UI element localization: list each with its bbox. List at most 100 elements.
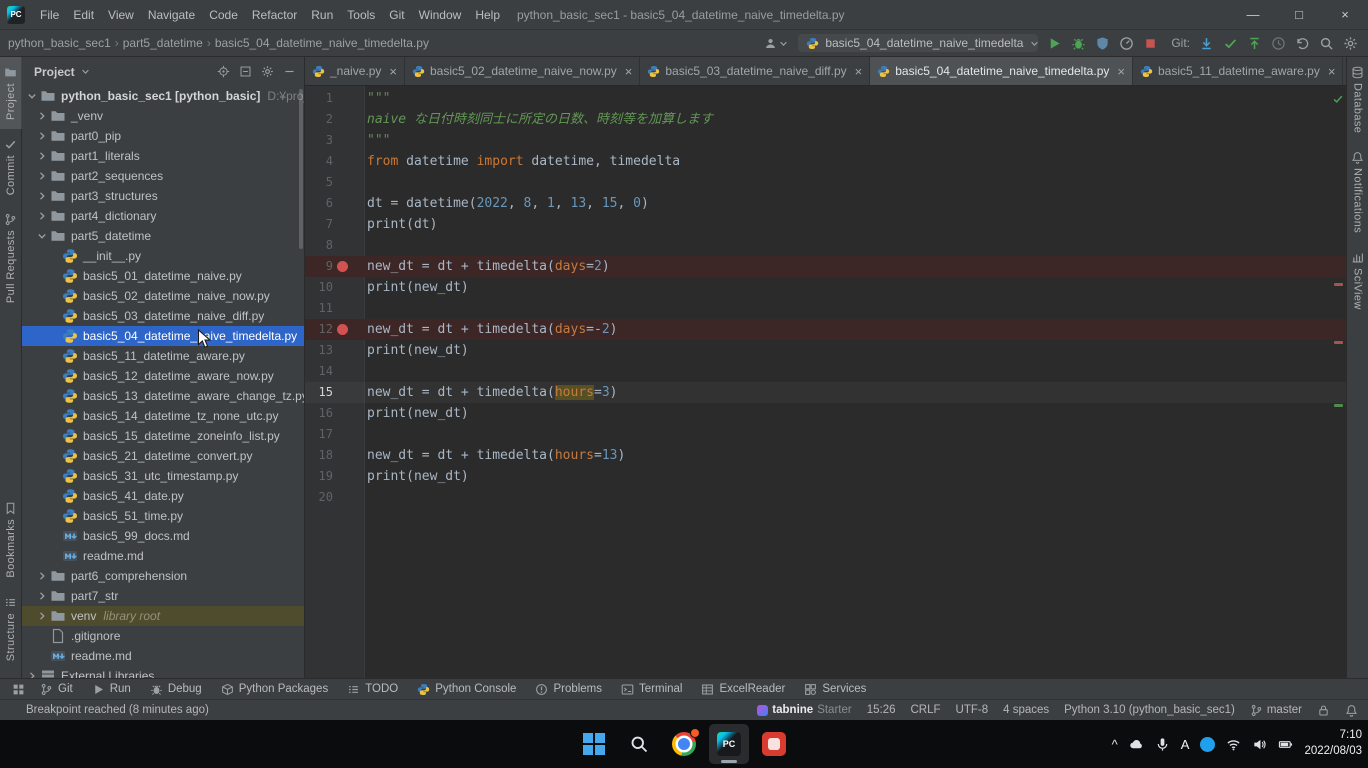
code-line-10[interactable]: 10print(new_dt) <box>305 277 1346 298</box>
tree-item-gitignore[interactable]: .gitignore <box>22 626 304 646</box>
editor-tab-basic5-11-datetime-aware-py[interactable]: basic5_11_datetime_aware.py× <box>1133 57 1343 85</box>
volume-icon[interactable] <box>1252 737 1267 752</box>
toolwindow-todo[interactable]: TODO <box>347 683 398 696</box>
breadcrumb-python-basic-sec1[interactable]: python_basic_sec1 <box>8 36 111 50</box>
tree-item-part4-dictionary[interactable]: part4_dictionary <box>22 206 304 226</box>
tray-blue-app-icon[interactable] <box>1200 737 1215 752</box>
ime-indicator[interactable]: A <box>1181 737 1190 752</box>
tree-item-basic5-03-datetime-naive-diff-py[interactable]: basic5_03_datetime_naive_diff.py <box>22 306 304 326</box>
collapse-all-icon[interactable] <box>239 65 252 78</box>
stripe-structure[interactable]: Structure <box>0 587 22 670</box>
tree-item-basic5-15-datetime-zoneinfo-list-py[interactable]: basic5_15_datetime_zoneinfo_list.py <box>22 426 304 446</box>
tree-item-basic5-13-datetime-aware-change-tz-py[interactable]: basic5_13_datetime_aware_change_tz.py <box>22 386 304 406</box>
rollback-button[interactable] <box>1295 36 1310 51</box>
breadcrumb-basic5-04-datetime-naive-timedelta-py[interactable]: basic5_04_datetime_naive_timedelta.py <box>215 36 429 50</box>
tab-close-icon[interactable]: × <box>389 64 397 79</box>
tree-item-part1-literals[interactable]: part1_literals <box>22 146 304 166</box>
code-line-17[interactable]: 17 <box>305 424 1346 445</box>
toolwindow-python-console[interactable]: Python Console <box>417 683 516 696</box>
code-line-16[interactable]: 16print(new_dt) <box>305 403 1346 424</box>
code-line-5[interactable]: 5 <box>305 172 1346 193</box>
menu-file[interactable]: File <box>33 0 66 30</box>
tree-item-part3-structures[interactable]: part3_structures <box>22 186 304 206</box>
coverage-button[interactable] <box>1095 36 1110 51</box>
stripe-notifications[interactable]: Notifications <box>1347 142 1368 242</box>
tree-item-basic5-51-time-py[interactable]: basic5_51_time.py <box>22 506 304 526</box>
editor-tab-basic5-04-datetime-naive-timedelta-py[interactable]: basic5_04_datetime_naive_timedelta.py× <box>870 57 1133 85</box>
toolwindow-python-packages[interactable]: Python Packages <box>221 683 329 696</box>
battery-icon[interactable] <box>1278 737 1293 752</box>
settings-button[interactable] <box>1343 36 1358 51</box>
stripe-mark[interactable] <box>1334 404 1343 407</box>
run-config-selector[interactable]: basic5_04_datetime_naive_timedelta <box>798 34 1038 52</box>
taskbar-search-button[interactable] <box>619 724 659 764</box>
tree-item-basic5-02-datetime-naive-now-py[interactable]: basic5_02_datetime_naive_now.py <box>22 286 304 306</box>
status-item-4-spaces[interactable]: 4 spaces <box>1003 704 1049 716</box>
tree-item-basic5-99-docs-md[interactable]: basic5_99_docs.md <box>22 526 304 546</box>
minimize-button[interactable]: — <box>1230 0 1276 30</box>
menu-code[interactable]: Code <box>202 0 245 30</box>
toolwindow-problems[interactable]: Problems <box>535 683 602 696</box>
code-line-12[interactable]: 12new_dt = dt + timedelta(days=-2) <box>305 319 1346 340</box>
toolwindow-terminal[interactable]: Terminal <box>621 683 682 696</box>
code-line-9[interactable]: 9new_dt = dt + timedelta(days=2) <box>305 256 1346 277</box>
tabnine-widget[interactable]: tabnineStarter <box>757 704 851 716</box>
close-button[interactable]: × <box>1322 0 1368 30</box>
run-button[interactable] <box>1047 36 1062 51</box>
stripe-mark[interactable] <box>1334 283 1343 286</box>
project-scrollbar[interactable] <box>299 89 303 249</box>
tree-item-part6-comprehension[interactable]: part6_comprehension <box>22 566 304 586</box>
menu-run[interactable]: Run <box>304 0 340 30</box>
inspections-ok-icon[interactable] <box>1332 93 1344 105</box>
breadcrumb-part5-datetime[interactable]: part5_datetime <box>123 36 203 50</box>
commit-button[interactable] <box>1223 36 1238 51</box>
tree-item-part5-datetime[interactable]: part5_datetime <box>22 226 304 246</box>
code-line-8[interactable]: 8 <box>305 235 1346 256</box>
project-view-selector[interactable]: Project <box>34 65 91 79</box>
search-everywhere-button[interactable] <box>1319 36 1334 51</box>
code-line-3[interactable]: 3""" <box>305 130 1346 151</box>
tray-mic-icon[interactable] <box>1155 737 1170 752</box>
tree-item-basic5-12-datetime-aware-now-py[interactable]: basic5_12_datetime_aware_now.py <box>22 366 304 386</box>
menu-help[interactable]: Help <box>468 0 507 30</box>
status-item-crlf[interactable]: CRLF <box>910 704 940 716</box>
tab-close-icon[interactable]: × <box>625 64 633 79</box>
user-menu-button[interactable] <box>764 37 789 50</box>
menu-tools[interactable]: Tools <box>340 0 382 30</box>
tree-item-basic5-04-datetime-naive-timedelta-py[interactable]: basic5_04_datetime_naive_timedelta.py <box>22 326 304 346</box>
status-notifications-icon[interactable] <box>1345 704 1358 717</box>
code-line-7[interactable]: 7print(dt) <box>305 214 1346 235</box>
status-item-15-26[interactable]: 15:26 <box>867 704 896 716</box>
code-line-14[interactable]: 14 <box>305 361 1346 382</box>
menu-git[interactable]: Git <box>382 0 411 30</box>
tray-cloud-icon[interactable] <box>1129 737 1144 752</box>
breakpoint-icon[interactable] <box>337 261 348 272</box>
maximize-button[interactable]: □ <box>1276 0 1322 30</box>
menu-refactor[interactable]: Refactor <box>245 0 304 30</box>
tree-item-venv[interactable]: _venv <box>22 106 304 126</box>
editor-tab-naive-py[interactable]: _naive.py× <box>305 57 405 85</box>
code-line-4[interactable]: 4from datetime import datetime, timedelt… <box>305 151 1346 172</box>
toolwindow-git[interactable]: Git <box>40 683 73 696</box>
menu-navigate[interactable]: Navigate <box>141 0 202 30</box>
status-item-utf-8[interactable]: UTF-8 <box>956 704 989 716</box>
code-line-6[interactable]: 6dt = datetime(2022, 8, 1, 13, 15, 0) <box>305 193 1346 214</box>
update-project-button[interactable] <box>1199 36 1214 51</box>
tree-item-venv[interactable]: venvlibrary root <box>22 606 304 626</box>
menu-view[interactable]: View <box>101 0 141 30</box>
code-line-1[interactable]: 1""" <box>305 88 1346 109</box>
breakpoint-icon[interactable] <box>337 324 348 335</box>
code-line-11[interactable]: 11 <box>305 298 1346 319</box>
menu-edit[interactable]: Edit <box>66 0 101 30</box>
tree-item-basic5-14-datetime-tz-none-utc-py[interactable]: basic5_14_datetime_tz_none_utc.py <box>22 406 304 426</box>
taskbar-chrome-button[interactable] <box>664 724 704 764</box>
push-button[interactable] <box>1247 36 1262 51</box>
tree-item-basic5-11-datetime-aware-py[interactable]: basic5_11_datetime_aware.py <box>22 346 304 366</box>
tree-item-python-basic-sec1-python-basic[interactable]: python_basic_sec1 [python_basic]D:¥proje… <box>22 86 304 106</box>
wifi-icon[interactable] <box>1226 737 1241 752</box>
code-editor[interactable]: 1"""2naive な日付時刻同士に所定の日数、時刻等を加算します3"""4f… <box>305 86 1346 678</box>
editor-tab-basic5-02-datetime-naive-now-py[interactable]: basic5_02_datetime_naive_now.py× <box>405 57 640 85</box>
profiler-button[interactable] <box>1119 36 1134 51</box>
tree-item-part7-str[interactable]: part7_str <box>22 586 304 606</box>
git-branch-widget[interactable]: master <box>1250 704 1302 717</box>
